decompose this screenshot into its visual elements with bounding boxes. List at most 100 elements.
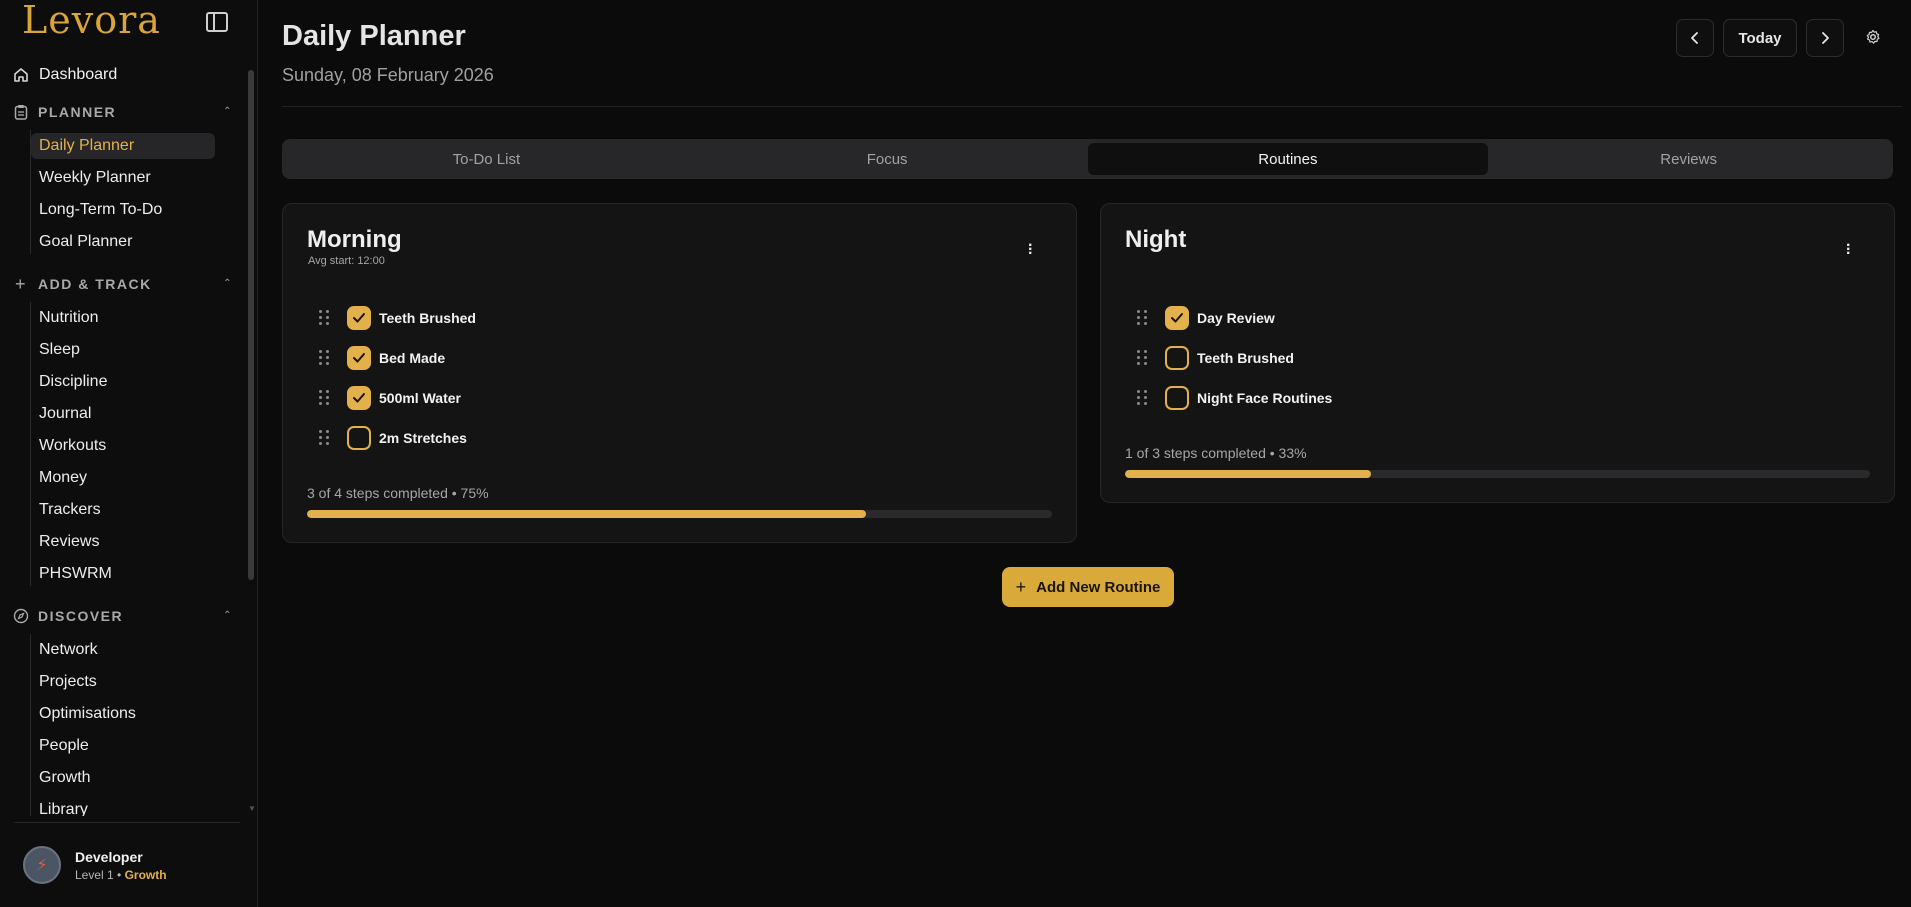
step-label: Teeth Brushed xyxy=(379,310,476,326)
chevron-right-icon xyxy=(1822,32,1829,44)
progress-bar-fill xyxy=(307,510,866,518)
settings-button[interactable] xyxy=(1865,29,1881,50)
gear-icon xyxy=(1866,29,1880,44)
sidebar-item-reviews[interactable]: Reviews xyxy=(31,529,215,555)
user-level: Level 1 • Growth xyxy=(75,867,167,882)
sidebar-item-daily-planner[interactable]: Daily Planner xyxy=(31,133,215,159)
next-day-button[interactable] xyxy=(1806,19,1844,57)
sidebar-item-optimisations[interactable]: Optimisations xyxy=(31,701,215,727)
user-tier: Growth xyxy=(124,867,167,882)
tab-routines[interactable]: Routines xyxy=(1087,143,1489,175)
routine-title: Night xyxy=(1125,226,1187,253)
chevron-up-icon: ⌃ xyxy=(223,277,233,289)
routine-subtitle: Avg start: 12:00 xyxy=(308,255,385,267)
section-discover-header[interactable]: DISCOVER ⌃ xyxy=(13,608,233,624)
step-checkbox[interactable] xyxy=(347,346,371,370)
check-icon xyxy=(353,393,365,403)
header-divider xyxy=(282,106,1902,107)
check-icon xyxy=(1171,313,1183,323)
sidebar-item-nutrition[interactable]: Nutrition xyxy=(31,305,215,331)
add-routine-label: Add New Routine xyxy=(1036,578,1161,596)
tab-focus[interactable]: Focus xyxy=(687,143,1088,175)
drag-handle-icon[interactable] xyxy=(319,390,329,406)
sidebar-item-weekly-planner[interactable]: Weekly Planner xyxy=(31,165,215,191)
lightning-icon: ⚡ xyxy=(36,857,48,874)
today-button[interactable]: Today xyxy=(1723,19,1797,57)
section-title: PLANNER xyxy=(38,104,117,120)
plus-icon: + xyxy=(1015,576,1027,597)
sidebar-item-dashboard[interactable]: Dashboard xyxy=(13,66,117,84)
step-label: Night Face Routines xyxy=(1197,390,1333,406)
avatar: ⚡ xyxy=(23,846,61,884)
view-tabs: To-Do List Focus Routines Reviews xyxy=(282,139,1893,179)
routine-step: Teeth Brushed xyxy=(1137,345,1294,371)
sidebar-item-phswrm[interactable]: PHSWRM xyxy=(31,561,215,587)
section-title: ADD & TRACK xyxy=(38,276,152,292)
step-label: Bed Made xyxy=(379,350,446,366)
clipboard-icon xyxy=(13,104,29,120)
section-planner-header[interactable]: PLANNER ⌃ xyxy=(13,104,233,120)
routine-step: Day Review xyxy=(1137,305,1275,331)
user-name: Developer xyxy=(75,848,143,865)
sidebar-item-long-term-todo[interactable]: Long-Term To-Do xyxy=(31,197,215,223)
step-label: 500ml Water xyxy=(379,390,461,406)
sidebar-item-trackers[interactable]: Trackers xyxy=(31,497,215,523)
compass-icon xyxy=(13,608,29,624)
step-checkbox[interactable] xyxy=(347,306,371,330)
drag-handle-icon[interactable] xyxy=(1137,390,1147,406)
section-title: DISCOVER xyxy=(38,608,124,624)
drag-handle-icon[interactable] xyxy=(319,310,329,326)
progress-text: 1 of 3 steps completed • 33% xyxy=(1125,445,1307,461)
step-checkbox[interactable] xyxy=(1165,386,1189,410)
step-checkbox[interactable] xyxy=(1165,306,1189,330)
chevron-left-icon xyxy=(1691,32,1698,44)
sidebar: Levora Dashboard PLANNER ⌃ Daily Planner… xyxy=(0,0,258,907)
sidebar-item-growth[interactable]: Growth xyxy=(31,765,215,791)
sidebar-item-discipline[interactable]: Discipline xyxy=(31,369,215,395)
sidebar-toggle-icon[interactable] xyxy=(206,12,228,32)
scroll-down-icon[interactable]: ▼ xyxy=(248,804,256,813)
routine-step: 500ml Water xyxy=(319,385,461,411)
page-title: Daily Planner xyxy=(282,20,466,52)
tab-todo-list[interactable]: To-Do List xyxy=(286,143,687,175)
tab-reviews[interactable]: Reviews xyxy=(1488,143,1889,175)
app-logo[interactable]: Levora xyxy=(22,0,161,42)
step-label: 2m Stretches xyxy=(379,430,467,446)
more-options-icon[interactable]: · · · xyxy=(1846,238,1851,262)
sidebar-scrollbar[interactable] xyxy=(248,70,254,580)
sidebar-item-sleep[interactable]: Sleep xyxy=(31,337,215,363)
drag-handle-icon[interactable] xyxy=(1137,310,1147,326)
step-checkbox[interactable] xyxy=(347,426,371,450)
step-label: Teeth Brushed xyxy=(1197,350,1294,366)
prev-day-button[interactable] xyxy=(1676,19,1714,57)
progress-bar xyxy=(307,510,1052,518)
drag-handle-icon[interactable] xyxy=(1137,350,1147,366)
page-date: Sunday, 08 February 2026 xyxy=(282,65,494,85)
routine-title: Morning xyxy=(307,226,402,253)
step-label: Day Review xyxy=(1197,310,1275,326)
sidebar-item-money[interactable]: Money xyxy=(31,465,215,491)
home-icon xyxy=(14,68,28,82)
section-add-track-header[interactable]: + ADD & TRACK ⌃ xyxy=(13,274,233,294)
sidebar-item-network[interactable]: Network xyxy=(31,637,215,663)
routine-card-night: Night · · · Day Review Teeth Brushed Night… xyxy=(1100,203,1895,503)
step-checkbox[interactable] xyxy=(1165,346,1189,370)
drag-handle-icon[interactable] xyxy=(319,350,329,366)
sidebar-item-projects[interactable]: Projects xyxy=(31,669,215,695)
step-checkbox[interactable] xyxy=(347,386,371,410)
drag-handle-icon[interactable] xyxy=(319,430,329,446)
add-routine-button[interactable]: + Add New Routine xyxy=(1002,567,1174,607)
routine-step: Night Face Routines xyxy=(1137,385,1332,411)
divider xyxy=(14,822,240,823)
sidebar-item-label: Dashboard xyxy=(39,66,118,83)
more-options-icon[interactable]: · · · xyxy=(1028,238,1033,262)
sidebar-item-library[interactable]: Library xyxy=(31,797,215,816)
sidebar-item-goal-planner[interactable]: Goal Planner xyxy=(31,229,215,255)
sidebar-item-workouts[interactable]: Workouts xyxy=(31,433,215,459)
sidebar-nav[interactable]: Dashboard PLANNER ⌃ Daily Planner Weekly… xyxy=(0,58,250,816)
user-profile[interactable]: ⚡ Developer Level 1 • Growth xyxy=(23,846,167,884)
progress-bar xyxy=(1125,470,1870,478)
sidebar-item-people[interactable]: People xyxy=(31,733,215,759)
chevron-up-icon: ⌃ xyxy=(223,609,233,621)
sidebar-item-journal[interactable]: Journal xyxy=(31,401,215,427)
